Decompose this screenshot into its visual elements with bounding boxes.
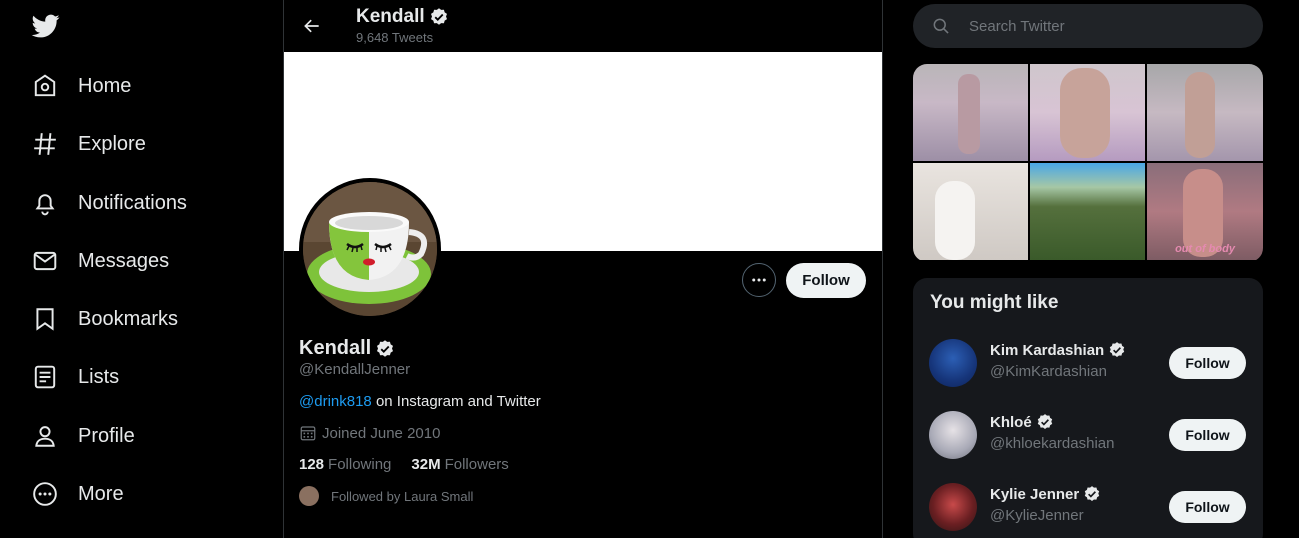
sidebar-nav: Home Explore Notifications Messages Book… [0, 0, 284, 538]
tweet-count: 9,648 Tweets [356, 30, 434, 45]
nav-messages-label: Messages [78, 249, 170, 272]
account-handle: @KylieJenner [990, 507, 1084, 524]
bio-text: on Instagram and Twitter [371, 393, 541, 410]
verified-badge-icon [1083, 485, 1101, 503]
header-name-text: Kendall [356, 6, 425, 27]
joined-text: Joined June 2010 [322, 424, 441, 442]
media-thumbnail[interactable] [913, 64, 1028, 161]
who-to-follow-panel: You might like Kim Kardashian @KimKardas… [913, 278, 1263, 538]
following-link[interactable]: 128 Following [299, 456, 391, 473]
profile-column: Kendall 9,648 Tweets Follow Kendall @Ken… [284, 0, 882, 538]
media-grid: out of body [913, 64, 1263, 262]
profile-name: Kendall [299, 337, 395, 360]
avatar [929, 483, 977, 531]
nav-more[interactable]: More [32, 474, 124, 514]
nav-messages[interactable]: Messages [32, 241, 169, 281]
media-thumbnail[interactable]: out of body [1147, 163, 1263, 260]
media-thumbnail[interactable] [1030, 64, 1145, 161]
profile-header-bar: Kendall 9,648 Tweets [284, 0, 882, 52]
followers-link[interactable]: 32M Followers [411, 456, 508, 473]
account-handle: @KimKardashian [990, 363, 1107, 380]
follower-avatar [299, 486, 319, 506]
account-name-text: Kim Kardashian [990, 341, 1105, 359]
bookmark-icon [32, 306, 58, 332]
follow-button[interactable]: Follow [1169, 491, 1246, 523]
following-label: Following [328, 456, 392, 473]
nav-more-label: More [78, 482, 124, 505]
hashtag-icon [32, 131, 58, 157]
nav-explore[interactable]: Explore [32, 124, 146, 164]
follow-button[interactable]: Follow [786, 263, 866, 298]
list-icon [32, 364, 58, 390]
account-name-text: Khloé [990, 413, 1032, 431]
verified-badge-icon [429, 7, 449, 27]
followed-by-text: Followed by Laura Small [331, 488, 474, 504]
verified-badge-icon [375, 339, 395, 359]
account-name: Khloé [990, 413, 1054, 431]
account-handle: @khloekardashian [990, 435, 1115, 452]
back-arrow-icon[interactable] [298, 12, 326, 40]
avatar [929, 411, 977, 459]
nav-bookmarks-label: Bookmarks [78, 307, 179, 330]
bio-mention-link[interactable]: @drink818 [299, 393, 372, 410]
follow-button[interactable]: Follow [1169, 419, 1246, 451]
nav-home[interactable]: Home [32, 66, 131, 106]
profile-avatar[interactable] [299, 178, 441, 320]
verified-badge-icon [1108, 341, 1126, 359]
more-options-button[interactable] [742, 263, 776, 297]
who-to-follow-title: You might like [930, 292, 1059, 313]
suggested-account[interactable]: Kylie Jenner @KylieJenner Follow [913, 471, 1263, 538]
media-overlay-text: out of body [1175, 243, 1235, 255]
followers-label: Followers [444, 456, 509, 473]
followed-by[interactable]: Followed by Laura Small [299, 486, 473, 506]
profile-bio: @drink818 on Instagram and Twitter [299, 393, 541, 410]
profile-handle: @KendallJenner [299, 361, 411, 378]
nav-profile-label: Profile [78, 424, 135, 447]
media-thumbnail[interactable] [913, 163, 1028, 260]
ellipsis-icon [752, 278, 766, 282]
more-circle-icon [32, 481, 58, 507]
following-count: 128 [299, 456, 325, 473]
account-name: Kylie Jenner [990, 485, 1101, 503]
envelope-icon [32, 248, 58, 274]
followers-count: 32M [411, 456, 441, 473]
nav-notifications-label: Notifications [78, 191, 187, 214]
nav-lists[interactable]: Lists [32, 357, 119, 397]
nav-profile[interactable]: Profile [32, 416, 135, 456]
avatar [929, 339, 977, 387]
search-input[interactable] [969, 17, 1239, 35]
search-box[interactable] [913, 4, 1263, 48]
media-thumbnail[interactable] [1030, 163, 1145, 260]
bell-icon [32, 190, 58, 216]
joined-date: Joined June 2010 [299, 424, 440, 442]
profile-name-text: Kendall [299, 337, 372, 359]
nav-explore-label: Explore [78, 132, 146, 155]
account-name-text: Kylie Jenner [990, 485, 1080, 503]
header-name: Kendall [356, 6, 449, 28]
nav-home-label: Home [78, 74, 132, 97]
account-name: Kim Kardashian [990, 341, 1126, 359]
profile-stats: 128 Following 32M Followers [299, 456, 529, 473]
suggested-account[interactable]: Kim Kardashian @KimKardashian Follow [913, 327, 1263, 399]
nav-notifications[interactable]: Notifications [32, 183, 187, 223]
twitter-logo-icon[interactable] [30, 12, 62, 40]
media-thumbnail[interactable] [1147, 64, 1263, 161]
home-icon [32, 73, 58, 99]
nav-lists-label: Lists [78, 365, 120, 388]
calendar-icon [300, 426, 316, 441]
search-icon [933, 18, 949, 34]
follow-button[interactable]: Follow [1169, 347, 1246, 379]
verified-badge-icon [1036, 413, 1054, 431]
person-icon [32, 423, 58, 449]
right-sidebar: out of body You might like Kim Kardashia… [883, 0, 1299, 538]
suggested-account[interactable]: Khloé @khloekardashian Follow [913, 399, 1263, 471]
nav-bookmarks[interactable]: Bookmarks [32, 299, 178, 339]
